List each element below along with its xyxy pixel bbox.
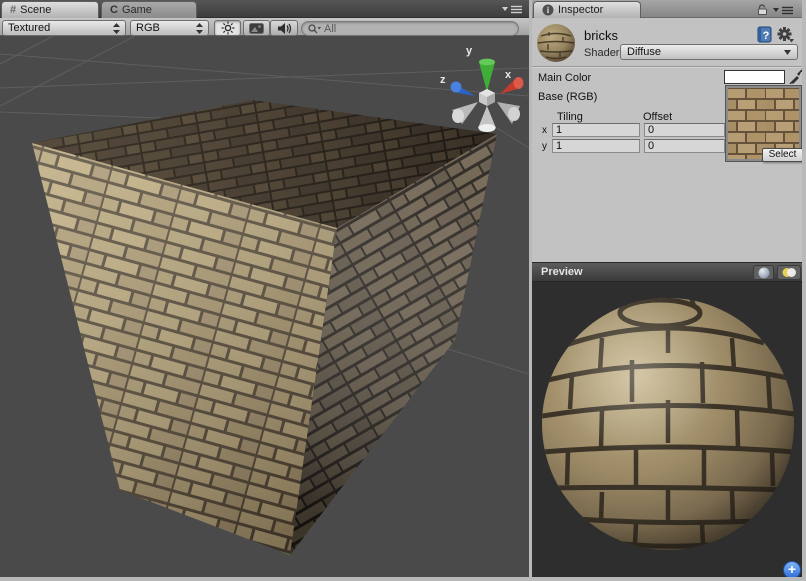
offset-x-input[interactable] <box>644 123 725 137</box>
shader-label: Shader <box>584 47 619 59</box>
render-mode-value: Textured <box>8 22 50 34</box>
color-channel-value: RGB <box>136 22 160 34</box>
inspector-tab-strip: i Inspector <box>532 0 802 18</box>
svg-text:?: ? <box>763 30 770 42</box>
shader-value: Diffuse <box>627 46 661 58</box>
gear-icon[interactable] <box>777 26 795 43</box>
sphere-shading <box>542 298 794 550</box>
updown-arrows-icon <box>196 23 203 34</box>
scene-search-field[interactable] <box>301 21 519 36</box>
preview-sphere-button[interactable] <box>753 265 774 280</box>
eyedropper-icon[interactable] <box>789 68 803 84</box>
scene-panel-menu-icon[interactable] <box>501 4 523 15</box>
main-color-swatch[interactable] <box>724 70 785 84</box>
scene-toolbar: Textured RGB <box>0 18 529 36</box>
select-texture-button[interactable]: Select <box>762 148 803 162</box>
tab-inspector[interactable]: i Inspector <box>533 1 641 18</box>
offset-y-input[interactable] <box>644 139 725 153</box>
speaker-icon <box>277 22 292 35</box>
skybox-toggle-button[interactable] <box>243 20 270 36</box>
material-name: bricks <box>584 28 618 43</box>
main-color-label: Main Color <box>538 72 591 84</box>
chevron-down-icon <box>784 50 791 55</box>
shader-dropdown[interactable]: Diffuse <box>620 44 798 60</box>
audio-toggle-button[interactable] <box>270 20 298 36</box>
tiling-column-label: Tiling <box>557 111 583 123</box>
window-border-bottom <box>0 577 806 581</box>
row-x-label: x <box>542 125 547 136</box>
lighting-toggle-button[interactable] <box>214 20 241 36</box>
header-divider <box>532 66 802 68</box>
inspector-panel: bricks Shader Diffuse ? Main Col <box>532 18 802 262</box>
preview-lighting-button[interactable] <box>777 265 801 280</box>
tiling-y-input[interactable] <box>552 139 640 153</box>
gizmo-x-label: x <box>505 69 512 81</box>
tab-scene-label: Scene <box>20 4 51 16</box>
lock-icon[interactable] <box>757 4 768 15</box>
tab-game[interactable]: C Game <box>101 1 197 18</box>
scene-viewport[interactable]: y x z <box>0 36 529 577</box>
scene-tab-strip: # Scene C Game <box>0 0 529 18</box>
game-icon: C <box>110 4 118 16</box>
info-icon: i <box>542 4 554 16</box>
tiling-x-input[interactable] <box>552 123 640 137</box>
two-lights-icon <box>781 267 797 278</box>
sun-icon <box>221 21 235 35</box>
sphere-icon <box>758 267 770 279</box>
tab-inspector-label: Inspector <box>558 4 603 16</box>
offset-column-label: Offset <box>643 111 672 123</box>
render-mode-dropdown[interactable]: Textured <box>2 20 126 36</box>
tab-game-label: Game <box>122 4 152 16</box>
material-preview-thumb[interactable] <box>536 23 576 63</box>
image-icon <box>249 23 264 34</box>
search-input[interactable] <box>324 23 494 35</box>
updown-arrows-icon <box>113 23 120 34</box>
gizmo-z-label: z <box>440 74 446 86</box>
base-rgb-label: Base (RGB) <box>538 91 597 103</box>
gizmo-y-label: y <box>466 45 473 57</box>
help-icon[interactable]: ? <box>757 26 772 43</box>
unity-editor-window: # Scene C Game Textured RGB <box>0 0 806 581</box>
window-border-right <box>802 0 806 581</box>
search-icon <box>308 24 321 34</box>
row-y-label: y <box>542 141 547 152</box>
grid-icon: # <box>10 4 16 16</box>
tab-scene[interactable]: # Scene <box>1 1 99 18</box>
preview-header[interactable]: Preview <box>532 262 802 282</box>
preview-canvas[interactable]: + <box>532 282 802 577</box>
color-channel-dropdown[interactable]: RGB <box>130 20 209 36</box>
inspector-panel-menu-icon[interactable] <box>772 5 794 16</box>
preview-title: Preview <box>532 266 583 278</box>
